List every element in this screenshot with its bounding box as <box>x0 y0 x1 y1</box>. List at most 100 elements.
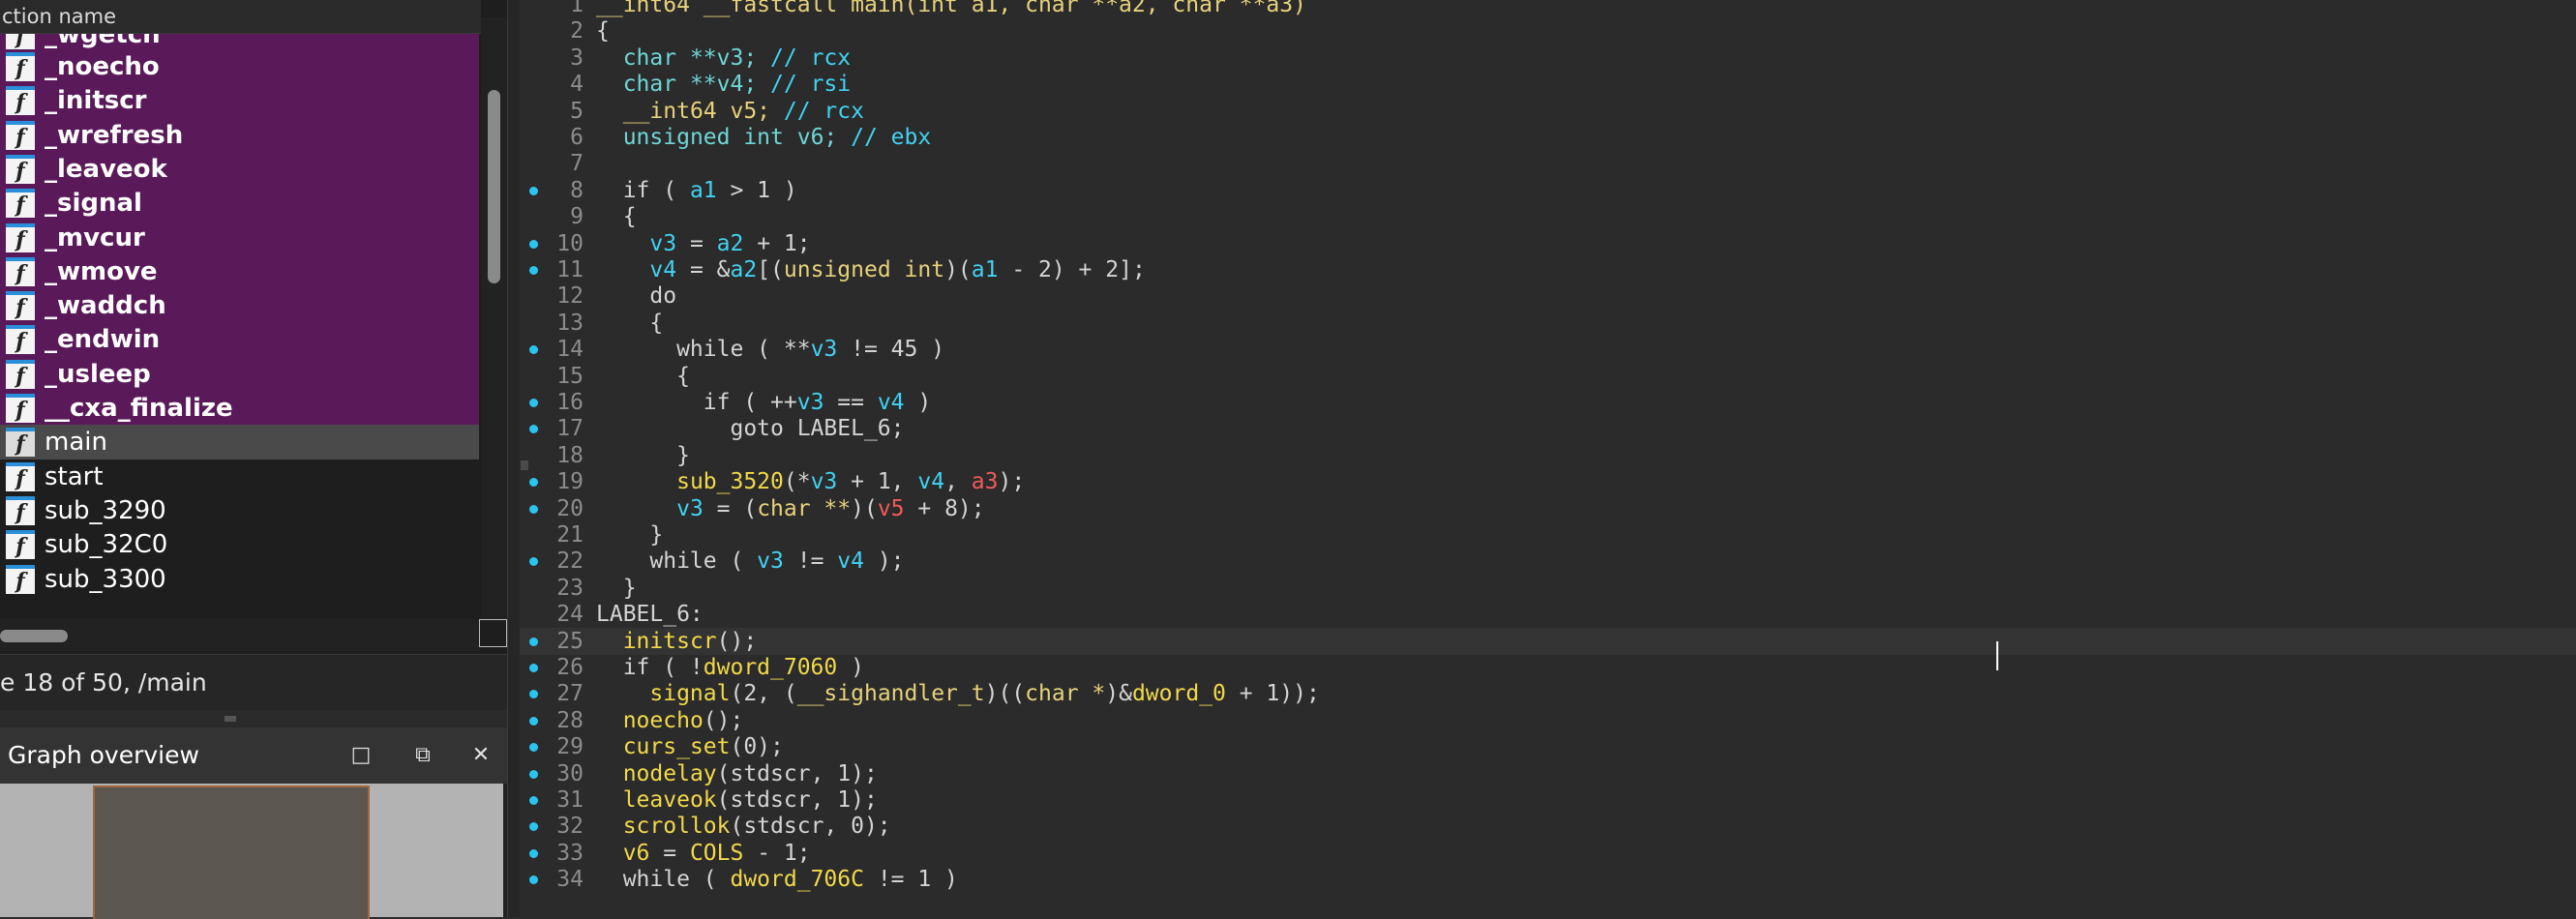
code-line[interactable]: 33 v6 = COLS - 1; <box>520 840 2576 867</box>
function-list[interactable]: f _wgetch f _noecho f _initscr f _wrefresh f _lea… <box>0 34 479 619</box>
code-line[interactable]: 11 v4 = &a2[(unsigned int)(a1 - 2) + 2]; <box>520 256 2576 283</box>
code-line[interactable]: 19 sub_3520(*v3 + 1, v4, a3); <box>520 468 2576 495</box>
code-text[interactable]: if ( ++v3 == v4 ) <box>596 389 931 416</box>
code-text[interactable]: LABEL_6: <box>596 601 704 628</box>
maximize-icon[interactable]: □ <box>348 743 374 768</box>
horizontal-scrollbar-thumb[interactable] <box>0 630 68 642</box>
code-text[interactable]: v3 = a2 + 1; <box>596 230 810 257</box>
code-line[interactable]: 29 curs_set(0); <box>520 733 2576 760</box>
breakpoint-dot-icon[interactable] <box>529 478 538 488</box>
code-text[interactable]: __int64 v5; // rcx <box>596 98 864 125</box>
function-list-item[interactable]: f _leaveok <box>0 151 479 187</box>
breakpoint-dot-icon[interactable] <box>529 637 538 646</box>
code-line[interactable]: 12 do <box>520 282 2576 310</box>
pane-divider[interactable] <box>507 0 520 917</box>
code-text[interactable]: { <box>596 203 637 230</box>
code-line[interactable]: 32 scrollok(stdscr, 0); <box>520 813 2576 840</box>
code-text[interactable]: if ( a1 > 1 ) <box>596 177 797 204</box>
code-line[interactable]: 18 } <box>520 442 2576 469</box>
breakpoint-dot-icon[interactable] <box>529 769 538 779</box>
code-line[interactable]: 23 } <box>520 575 2576 602</box>
code-text[interactable]: while ( **v3 != 45 ) <box>596 336 944 363</box>
function-list-item[interactable]: f sub_3300 <box>0 562 479 597</box>
code-line[interactable]: 1 __int64 __fastcall main(int a1, char **… <box>520 0 2576 18</box>
code-text[interactable]: } <box>596 575 637 602</box>
breakpoint-dot-icon[interactable] <box>529 743 538 753</box>
function-list-vertical-scrollbar[interactable] <box>481 17 507 617</box>
breakpoint-dot-icon[interactable] <box>529 716 538 726</box>
code-text[interactable]: char **v4; // rsi <box>596 71 851 98</box>
code-line[interactable]: 21 } <box>520 521 2576 548</box>
code-text[interactable]: v6 = COLS - 1; <box>596 840 811 867</box>
code-text[interactable]: { <box>596 17 610 44</box>
code-line[interactable]: 25 initscr(); <box>520 627 2576 655</box>
code-line[interactable]: 2{ <box>520 17 2576 44</box>
code-text[interactable]: curs_set(0); <box>596 733 784 760</box>
function-list-item[interactable]: f sub_3290 <box>0 493 479 528</box>
code-text[interactable]: { <box>596 363 690 390</box>
breakpoint-dot-icon[interactable] <box>529 425 538 434</box>
vertical-scrollbar-thumb[interactable] <box>488 90 500 283</box>
code-text[interactable]: goto LABEL_6; <box>596 415 904 442</box>
function-list-item[interactable]: f __cxa_finalize <box>0 391 479 426</box>
breakpoint-dot-icon[interactable] <box>529 822 538 832</box>
code-text[interactable]: char **v3; // rcx <box>596 44 851 72</box>
breakpoint-dot-icon[interactable] <box>529 796 538 805</box>
function-list-item[interactable]: f main <box>0 425 479 460</box>
code-line[interactable]: 6 unsigned int v6; // ebx <box>520 124 2576 151</box>
function-list-item[interactable]: f _usleep <box>0 356 479 392</box>
breakpoint-dot-icon[interactable] <box>529 345 538 355</box>
code-text[interactable]: } <box>596 521 663 548</box>
graph-overview-canvas[interactable] <box>0 784 507 919</box>
code-line[interactable]: 26 if ( !dword_7060 ) <box>520 654 2576 681</box>
breakpoint-dot-icon[interactable] <box>529 848 538 858</box>
code-line[interactable]: 14 while ( **v3 != 45 ) <box>520 336 2576 363</box>
function-list-item[interactable]: f _mvcur <box>0 220 479 255</box>
pseudocode-view[interactable]: 34 while ( dword_706C != 1 ) 33 v6 = COLS… <box>520 0 2576 917</box>
breakpoint-dot-icon[interactable] <box>529 239 538 249</box>
breakpoint-dot-icon[interactable] <box>529 557 538 567</box>
code-line[interactable]: 4 char **v4; // rsi <box>520 71 2576 98</box>
code-text[interactable]: { <box>596 310 663 337</box>
code-line[interactable]: 28 noecho(); <box>520 707 2576 734</box>
code-text[interactable]: v4 = &a2[(unsigned int)(a1 - 2) + 2]; <box>596 256 1145 283</box>
code-line[interactable]: 22 while ( v3 != v4 ); <box>520 548 2576 575</box>
code-line[interactable]: 5 __int64 v5; // rcx <box>520 98 2576 125</box>
graph-overview-viewport[interactable] <box>93 786 370 919</box>
panel-splitter[interactable] <box>0 710 507 727</box>
code-line[interactable]: 27 signal(2, (__sighandler_t)((char *)&d… <box>520 680 2576 707</box>
code-line[interactable]: 9 { <box>520 203 2576 230</box>
code-text[interactable]: initscr(); <box>596 628 757 655</box>
function-list-item[interactable]: f _wmove <box>0 253 479 289</box>
code-line[interactable]: 30 nodelay(stdscr, 1); <box>520 760 2576 787</box>
function-list-item[interactable]: f _wgetch <box>0 34 479 49</box>
code-text[interactable]: unsigned int v6; // ebx <box>596 124 932 151</box>
code-line[interactable]: 10 v3 = a2 + 1; <box>520 230 2576 257</box>
code-text[interactable]: scrollok(stdscr, 0); <box>596 813 891 840</box>
restore-icon[interactable]: ⧉ <box>410 743 435 768</box>
code-text[interactable]: } <box>596 442 690 469</box>
breakpoint-dot-icon[interactable] <box>529 664 538 672</box>
code-line[interactable]: 8 if ( a1 > 1 ) <box>520 177 2576 204</box>
code-text[interactable]: v3 = (char **)(v5 + 8); <box>596 495 985 522</box>
code-text[interactable]: if ( !dword_7060 ) <box>596 654 864 681</box>
code-line[interactable]: 34 while ( dword_706C != 1 ) <box>520 866 2576 893</box>
code-line[interactable]: 15 { <box>520 363 2576 390</box>
code-text[interactable]: leaveok(stdscr, 1); <box>596 786 878 814</box>
code-text[interactable]: __int64 __fastcall main(int a1, char **a… <box>596 0 1306 18</box>
breakpoint-dot-icon[interactable] <box>529 186 538 195</box>
function-list-item[interactable]: f _waddch <box>0 288 479 324</box>
breakpoint-dot-icon[interactable] <box>529 504 538 514</box>
code-text[interactable]: while ( dword_706C != 1 ) <box>596 866 958 893</box>
code-line[interactable]: 20 v3 = (char **)(v5 + 8); <box>520 495 2576 522</box>
code-line[interactable]: 3 char **v3; // rcx <box>520 44 2576 72</box>
code-line[interactable]: 16 if ( ++v3 == v4 ) <box>520 389 2576 416</box>
function-list-item[interactable]: f _wrefresh <box>0 117 479 153</box>
code-text[interactable]: nodelay(stdscr, 1); <box>596 760 878 787</box>
function-list-horizontal-scrollbar[interactable] <box>0 619 479 651</box>
code-line[interactable]: 24 LABEL_6: <box>520 601 2576 628</box>
function-list-item[interactable]: f sub_32C0 <box>0 527 479 562</box>
code-text[interactable]: while ( v3 != v4 ); <box>596 548 904 575</box>
function-name-column-header[interactable]: ction name <box>0 0 481 34</box>
function-list-item[interactable]: f _signal <box>0 186 479 222</box>
